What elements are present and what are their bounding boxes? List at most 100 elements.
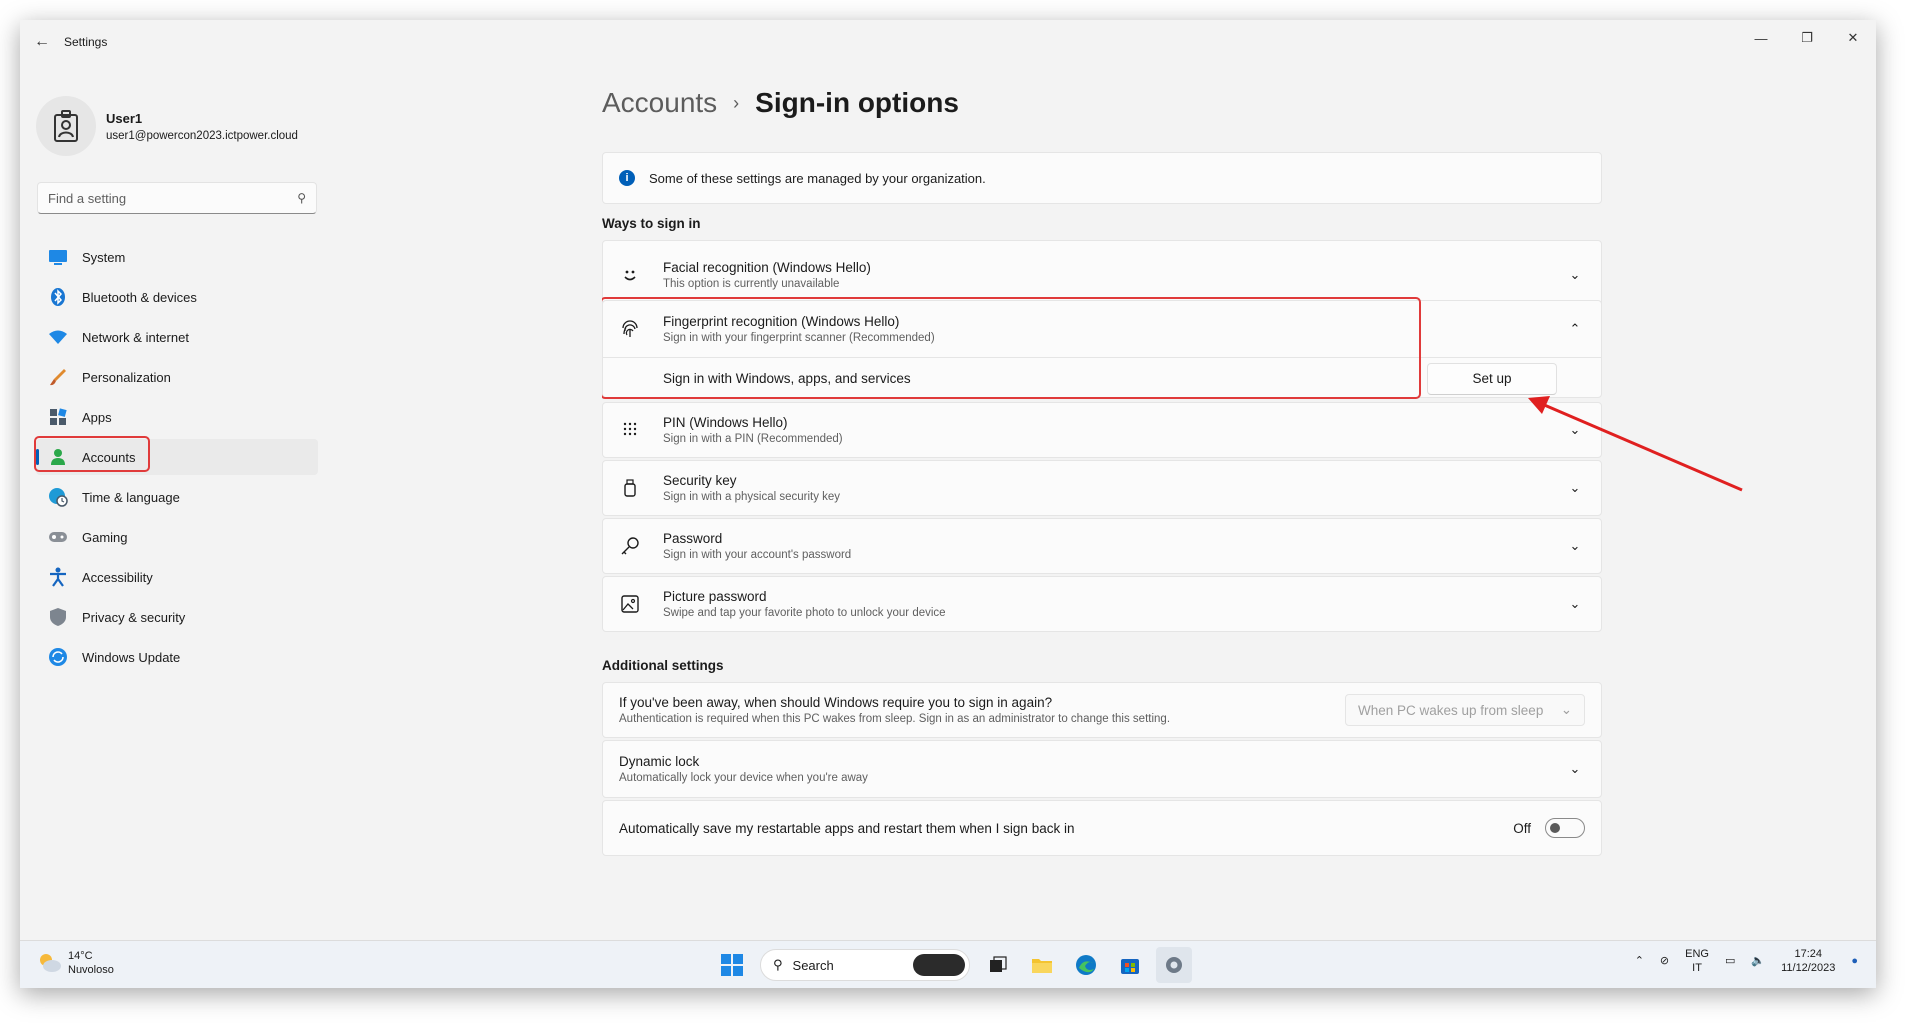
- back-button[interactable]: ←: [20, 20, 64, 64]
- dynamic-lock-card[interactable]: Dynamic lock Automatically lock your dev…: [602, 740, 1602, 798]
- dropdown-value: When PC wakes up from sleep: [1358, 702, 1544, 718]
- security-key-card[interactable]: Security key Sign in with a physical sec…: [602, 460, 1602, 516]
- chevron-down-icon[interactable]: ⌄: [1565, 267, 1585, 283]
- clock[interactable]: 17:24 11/12/2023: [1781, 947, 1835, 975]
- card-subtitle: Swipe and tap your favorite photo to unl…: [663, 607, 946, 619]
- managed-info-bar: i Some of these settings are managed by …: [602, 152, 1602, 204]
- card-title: Facial recognition (Windows Hello): [663, 260, 871, 275]
- card-subtitle: Sign in with your account's password: [663, 549, 852, 561]
- language-indicator[interactable]: ENG IT: [1685, 947, 1709, 975]
- user-profile[interactable]: User1 user1@powercon2023.ictpower.cloud: [36, 96, 298, 156]
- gamepad-icon: [48, 527, 68, 547]
- sidebar-item-label: Accessibility: [82, 569, 153, 585]
- annotation-arrow: [1528, 396, 1743, 492]
- sidebar-item-accessibility[interactable]: Accessibility: [36, 559, 318, 595]
- profile-name: User1: [106, 110, 143, 126]
- file-explorer-button[interactable]: [1024, 947, 1060, 983]
- restart-apps-card: Automatically save my restartable apps a…: [602, 800, 1602, 856]
- search-input[interactable]: [48, 190, 298, 206]
- additional-settings-title: Additional settings: [602, 658, 724, 673]
- sidebar-item-system[interactable]: System: [36, 239, 318, 275]
- card-title: PIN (Windows Hello): [663, 415, 788, 430]
- require-sign-in-dropdown: When PC wakes up from sleep ⌄: [1345, 694, 1585, 726]
- breadcrumb-parent[interactable]: Accounts: [602, 87, 717, 119]
- notification-bell-icon[interactable]: ●: [1851, 954, 1858, 968]
- start-button[interactable]: [714, 947, 750, 983]
- card-title: Dynamic lock: [619, 754, 700, 769]
- search-highlight-icon: [913, 954, 965, 976]
- sidebar-item-network[interactable]: Network & internet: [36, 319, 318, 355]
- globe-clock-icon: [48, 487, 68, 507]
- card-title: Picture password: [663, 589, 767, 604]
- taskbar: 14°C Nuvoloso ⚲ Search ⌃ ⊘ ENG IT ▭ 🔈 17…: [20, 940, 1876, 988]
- id-badge-icon: [54, 110, 78, 142]
- breadcrumb-separator: ›: [733, 92, 740, 113]
- settings-app-button[interactable]: [1156, 947, 1192, 983]
- store-icon: [1121, 959, 1139, 974]
- sidebar-item-apps[interactable]: Apps: [36, 399, 318, 435]
- page-title: Sign-in options: [755, 87, 959, 118]
- card-title: If you've been away, when should Windows…: [619, 695, 1053, 710]
- restart-apps-toggle[interactable]: [1545, 818, 1585, 838]
- search-icon: ⚲: [297, 191, 306, 205]
- weather-widget[interactable]: 14°C Nuvoloso: [36, 949, 114, 977]
- volume-icon[interactable]: 🔈: [1751, 954, 1765, 968]
- fingerprint-highlight-box: [602, 297, 1421, 399]
- card-subtitle: Authentication is required when this PC …: [619, 713, 1171, 725]
- chevron-down-icon[interactable]: ⌄: [1565, 761, 1585, 777]
- card-title: Automatically save my restartable apps a…: [619, 820, 1075, 836]
- task-view-button[interactable]: [980, 947, 1016, 983]
- sidebar-item-label: Privacy & security: [82, 609, 186, 625]
- folder-icon: [1032, 959, 1052, 973]
- edge-button[interactable]: [1068, 947, 1104, 983]
- restore-button[interactable]: ❐: [1784, 20, 1830, 56]
- sidebar-item-personalization[interactable]: Personalization: [36, 359, 318, 395]
- system-tray: ⌃ ⊘ ENG IT ▭ 🔈 17:24 11/12/2023 ●: [1627, 947, 1866, 975]
- sidebar-item-time-language[interactable]: Time & language: [36, 479, 318, 515]
- close-button[interactable]: ✕: [1830, 20, 1876, 56]
- bluetooth-icon: [48, 287, 68, 307]
- info-text: Some of these settings are managed by yo…: [649, 170, 986, 186]
- main-content: Accounts › Sign-in options i Some of the…: [602, 64, 1612, 940]
- password-card[interactable]: Password Sign in with your account's pas…: [602, 518, 1602, 574]
- settings-window: ← Settings — ❐ ✕ User1 user1@powercon202…: [20, 20, 1876, 988]
- card-subtitle: Automatically lock your device when you'…: [619, 772, 868, 784]
- ways-to-sign-in-title: Ways to sign in: [602, 216, 701, 231]
- display-icon[interactable]: ▭: [1725, 954, 1735, 968]
- gear-icon: [1166, 957, 1182, 973]
- window-controls: — ❐ ✕: [1738, 20, 1876, 56]
- chevron-up-icon[interactable]: ⌃: [1635, 954, 1644, 968]
- require-sign-in-card: If you've been away, when should Windows…: [602, 682, 1602, 738]
- network-off-icon[interactable]: ⊘: [1660, 954, 1669, 968]
- minimize-icon: —: [1754, 30, 1768, 46]
- accounts-highlight-box: [34, 436, 150, 472]
- app-title: Settings: [64, 35, 108, 49]
- taskbar-search[interactable]: ⚲ Search: [760, 949, 970, 981]
- taskbar-apps: ⚲ Search: [710, 947, 1196, 983]
- chevron-up-icon[interactable]: ⌃: [1565, 321, 1585, 337]
- sidebar-item-gaming[interactable]: Gaming: [36, 519, 318, 555]
- card-subtitle: Sign in with a physical security key: [663, 491, 841, 503]
- sidebar-item-label: System: [82, 249, 126, 265]
- clock-date: 11/12/2023: [1781, 962, 1836, 974]
- chevron-down-icon[interactable]: ⌄: [1565, 596, 1585, 612]
- pin-card[interactable]: PIN (Windows Hello) Sign in with a PIN (…: [602, 402, 1602, 458]
- apps-icon: [48, 407, 68, 427]
- weather-desc: Nuvoloso: [68, 964, 114, 976]
- sidebar-item-bluetooth[interactable]: Bluetooth & devices: [36, 279, 318, 315]
- face-icon: [619, 264, 641, 286]
- sidebar-item-privacy[interactable]: Privacy & security: [36, 599, 318, 635]
- minimize-button[interactable]: —: [1738, 20, 1784, 56]
- close-icon: ✕: [1847, 30, 1859, 45]
- chevron-down-icon[interactable]: ⌄: [1565, 538, 1585, 554]
- sidebar-item-label: Bluetooth & devices: [82, 289, 197, 305]
- weather-icon: [36, 951, 62, 976]
- sidebar-item-windows-update[interactable]: Windows Update: [36, 639, 318, 675]
- accessibility-icon: [48, 567, 68, 587]
- picture-password-card[interactable]: Picture password Swipe and tap your favo…: [602, 576, 1602, 632]
- avatar: [36, 96, 96, 156]
- find-setting-search[interactable]: ⚲: [37, 182, 317, 214]
- system-icon: [48, 247, 68, 267]
- store-button[interactable]: [1112, 947, 1148, 983]
- sidebar: User1 user1@powercon2023.ictpower.cloud …: [20, 64, 350, 940]
